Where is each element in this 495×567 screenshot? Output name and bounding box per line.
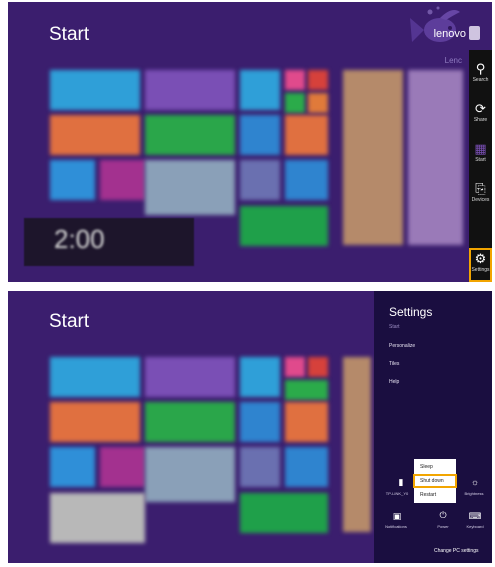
- power-icon[interactable]: ⏻: [436, 510, 450, 520]
- settings-link-personalize[interactable]: Personalize: [389, 343, 415, 349]
- start-screen-with-charms: Start lenovo Lenc 2:00 ⚲ Search ⟳ Share: [8, 2, 492, 282]
- tile[interactable]: [408, 70, 463, 245]
- user-avatar[interactable]: [469, 26, 480, 40]
- tile[interactable]: [50, 115, 140, 155]
- tile[interactable]: [50, 493, 145, 543]
- tile[interactable]: [285, 402, 328, 442]
- tile[interactable]: [240, 206, 328, 246]
- clock-time: 2:00: [54, 224, 105, 254]
- tile[interactable]: [50, 402, 140, 442]
- power-option-restart[interactable]: Restart: [414, 489, 456, 501]
- settings-link-help[interactable]: Help: [389, 379, 399, 385]
- tile[interactable]: [240, 70, 280, 110]
- tile[interactable]: [50, 70, 140, 110]
- share-icon: ⟳: [475, 101, 486, 116]
- tile[interactable]: [240, 493, 328, 533]
- power-option-shut-down[interactable]: Shut down: [413, 474, 457, 488]
- user-name[interactable]: lenovo: [434, 28, 466, 40]
- tile[interactable]: [145, 357, 235, 397]
- settings-link-tiles[interactable]: Tiles: [389, 361, 399, 367]
- brightness-label: Brightness: [464, 491, 484, 496]
- brightness-icon[interactable]: ☼: [468, 477, 482, 487]
- notifications-icon[interactable]: ▣: [390, 511, 404, 521]
- settings-title: Settings: [389, 305, 433, 319]
- network-signal-icon[interactable]: ▮: [394, 477, 408, 487]
- tile[interactable]: [145, 70, 235, 110]
- charm-search[interactable]: ⚲ Search: [469, 58, 492, 92]
- tile[interactable]: [343, 357, 371, 532]
- lock-clock-overlay: [24, 218, 194, 266]
- tile[interactable]: [285, 93, 305, 113]
- power-option-sleep[interactable]: Sleep: [414, 461, 456, 473]
- power-label: Power: [437, 524, 449, 529]
- start-title: Start: [49, 24, 90, 45]
- tile[interactable]: [308, 93, 328, 113]
- tile[interactable]: [285, 160, 328, 200]
- tile[interactable]: [145, 447, 235, 502]
- keyboard-label: Keyboard: [466, 524, 484, 529]
- tile[interactable]: [145, 115, 235, 155]
- gear-icon: ⚙: [474, 251, 487, 266]
- tile[interactable]: [285, 380, 328, 400]
- network-label: TP-LINK_Y0: [385, 491, 409, 496]
- tile[interactable]: [145, 402, 235, 442]
- tile[interactable]: [50, 160, 95, 200]
- start-screen-with-settings: Start Settings Start Personalize Tiles H…: [8, 291, 492, 563]
- keyboard-icon[interactable]: ⌨: [468, 511, 482, 521]
- charm-settings[interactable]: ⚙ Settings: [469, 248, 492, 282]
- tile[interactable]: [240, 160, 280, 200]
- settings-pane: Settings Start Personalize Tiles Help Sl…: [374, 291, 492, 563]
- tile[interactable]: [100, 447, 145, 487]
- tile[interactable]: [308, 357, 328, 377]
- tile[interactable]: [240, 357, 280, 397]
- tile[interactable]: [145, 160, 235, 215]
- start-title: Start: [49, 311, 90, 332]
- windows-logo-icon: ▦: [474, 141, 487, 156]
- tile[interactable]: [50, 447, 95, 487]
- charms-bar: ⚲ Search ⟳ Share ▦ Start ⎘ Devices ⚙ Set…: [469, 50, 492, 282]
- charm-start[interactable]: ▦ Start: [469, 138, 492, 172]
- user-name-faint: Lenc: [444, 56, 462, 65]
- tile[interactable]: [285, 70, 305, 90]
- tile[interactable]: [50, 357, 140, 397]
- tile[interactable]: [308, 70, 328, 90]
- charm-devices[interactable]: ⎘ Devices: [469, 178, 492, 212]
- tile[interactable]: [285, 357, 305, 377]
- tile[interactable]: [285, 447, 328, 487]
- tile[interactable]: [343, 70, 403, 245]
- charm-share[interactable]: ⟳ Share: [469, 98, 492, 132]
- devices-icon: ⎘: [475, 181, 486, 196]
- tile[interactable]: [285, 115, 328, 155]
- tile[interactable]: [240, 115, 280, 155]
- notifications-label: Notifications: [385, 524, 407, 529]
- tile[interactable]: [100, 160, 145, 200]
- tile[interactable]: [240, 447, 280, 487]
- settings-subtitle: Start: [389, 324, 400, 330]
- change-pc-settings-link[interactable]: Change PC settings: [434, 548, 478, 554]
- tile[interactable]: [240, 402, 280, 442]
- search-icon: ⚲: [475, 61, 486, 76]
- power-menu: Sleep Shut down Restart: [413, 459, 457, 503]
